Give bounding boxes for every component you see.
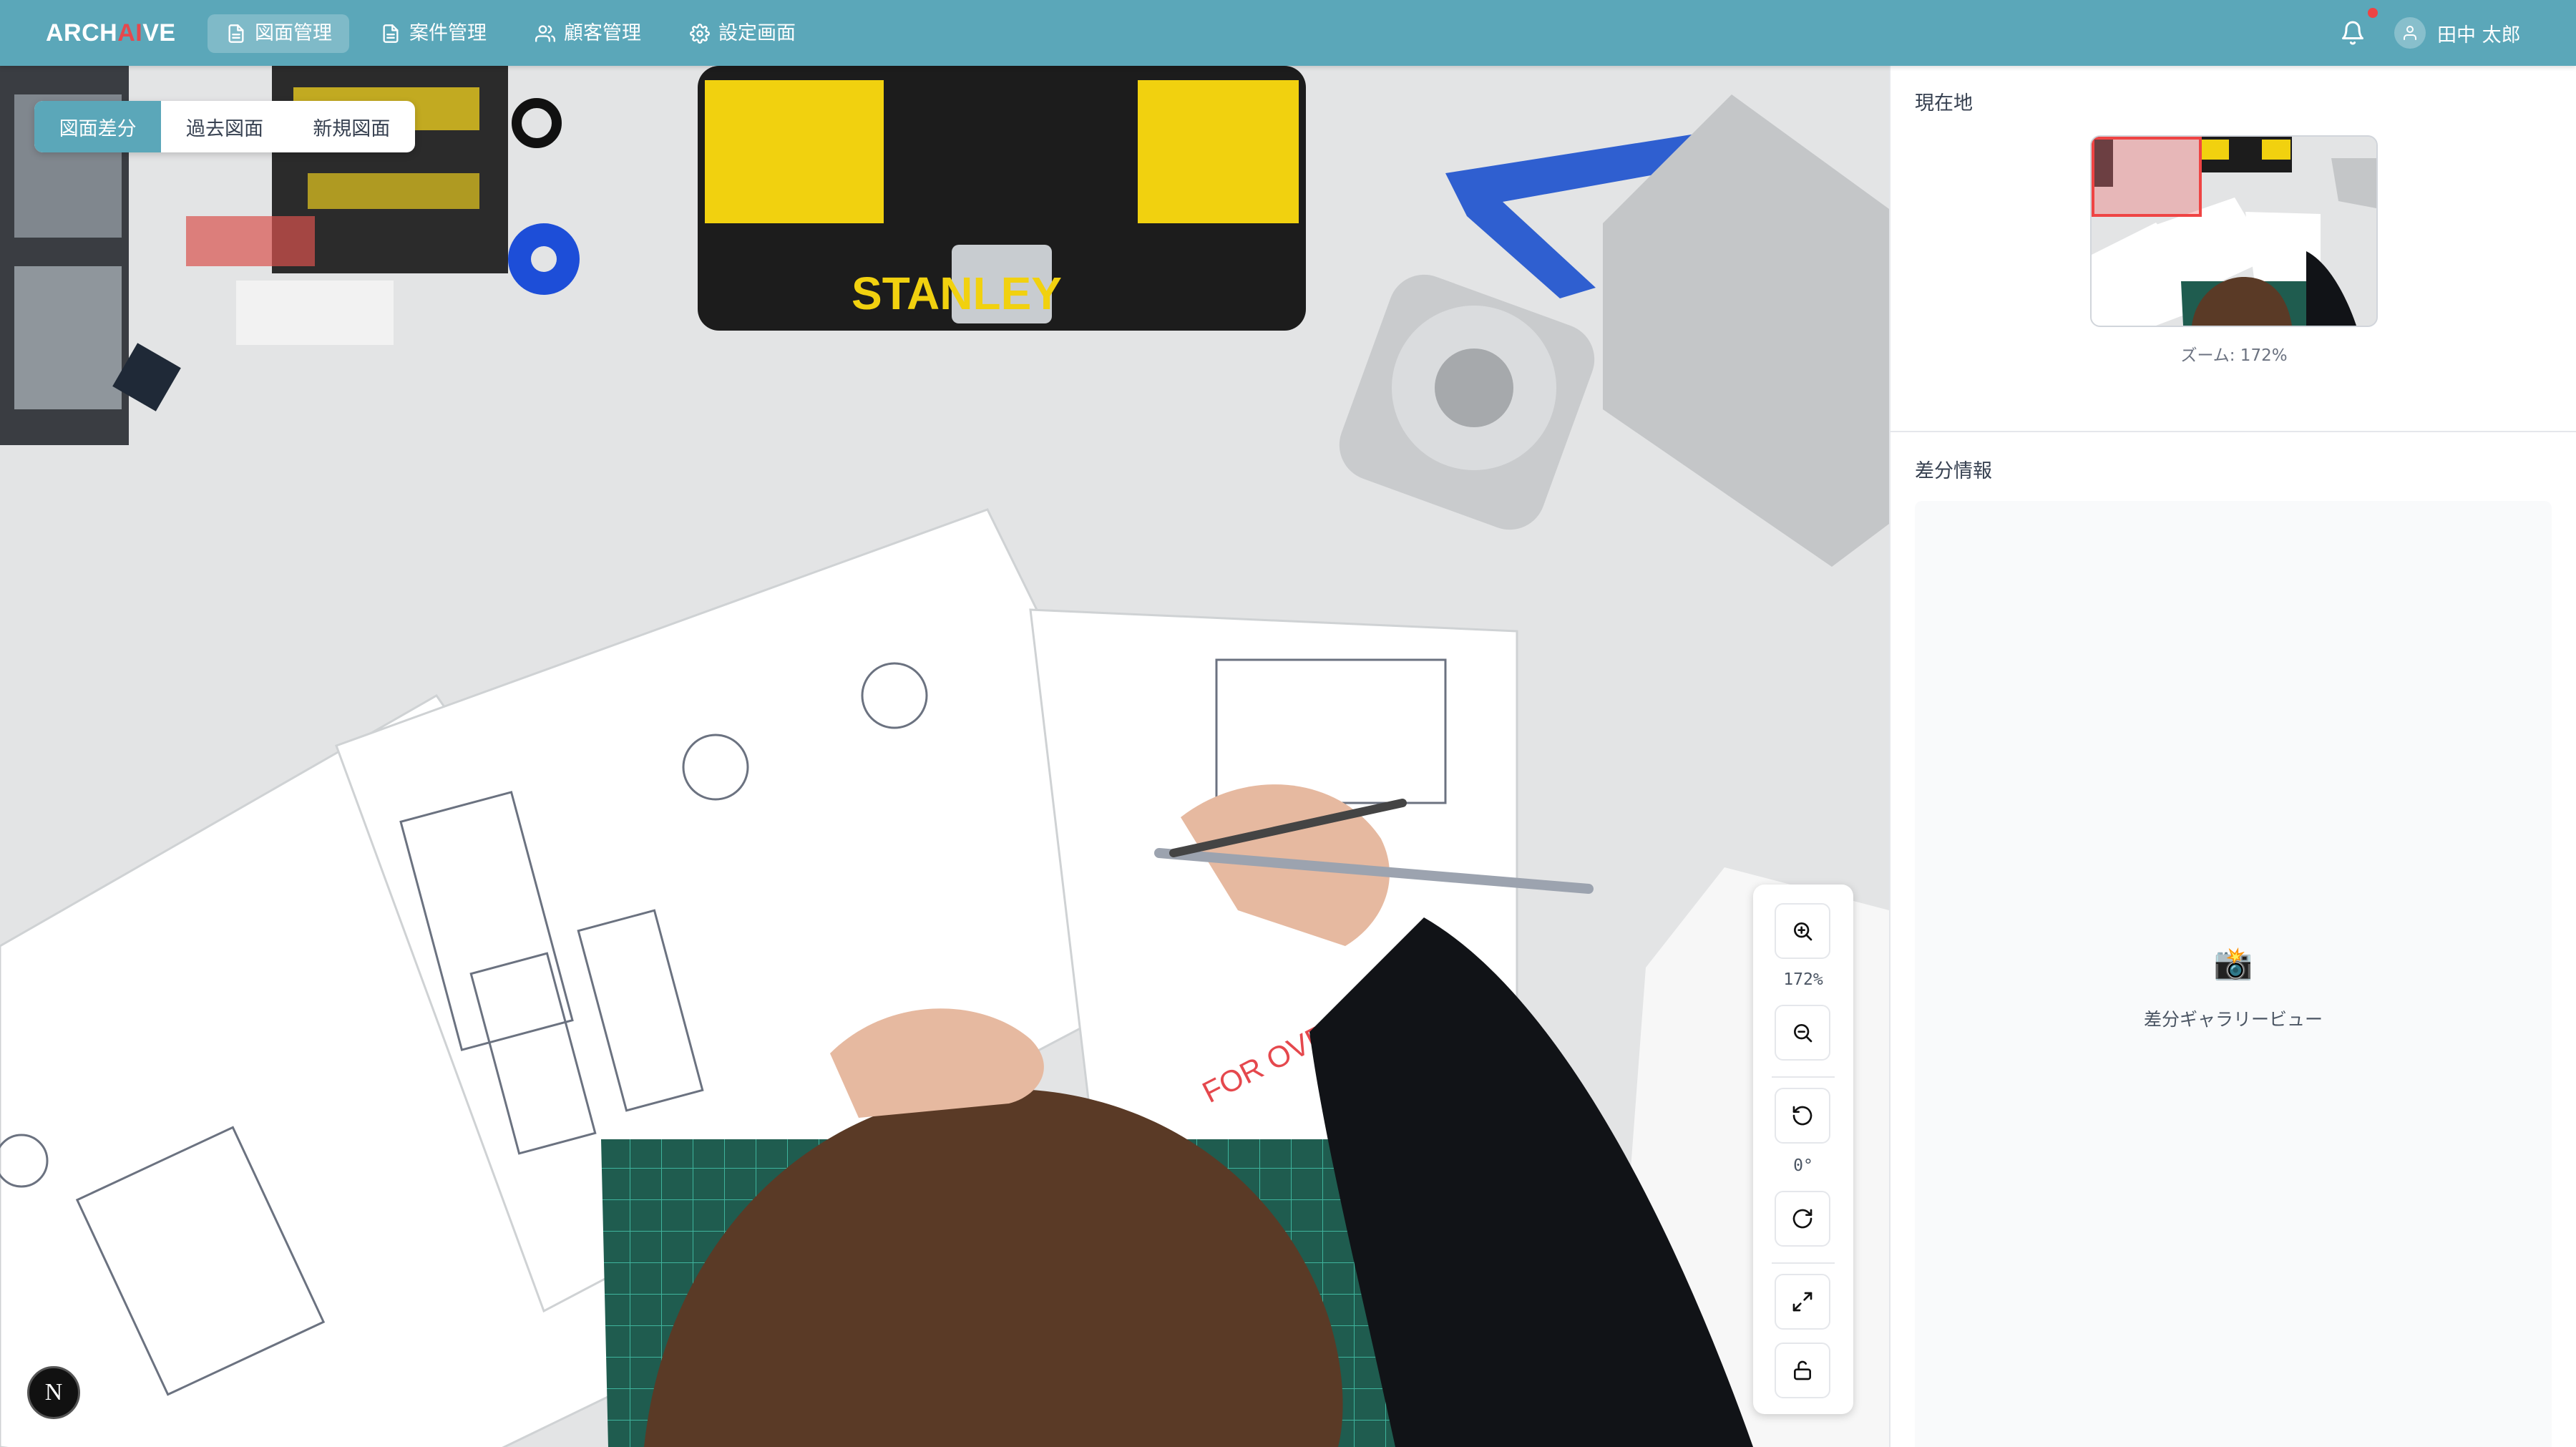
tab-new-drawing[interactable]: 新規図面 <box>288 101 415 152</box>
users-icon <box>535 25 555 42</box>
side-panel: 現在地 ズーム: 172% 差分情報 📸 差分ギャラリービュー <box>1889 66 2576 1447</box>
user-icon <box>2404 26 2416 40</box>
tab-drawing-diff[interactable]: 図面差分 <box>34 101 162 152</box>
nav-item-label: 案件管理 <box>409 22 487 44</box>
rotate-right-icon <box>1792 1209 1813 1229</box>
nav-item-project-management[interactable]: 案件管理 <box>362 14 504 53</box>
camera-icon: 📸 <box>2213 945 2253 982</box>
corner-badge[interactable]: N <box>27 1366 80 1419</box>
minimap-zoom-label: ズーム: 172% <box>2180 346 2288 365</box>
gallery-placeholder-label: 差分ギャラリービュー <box>2143 1009 2323 1030</box>
expand-icon <box>1792 1292 1813 1312</box>
unlock-icon <box>1794 1360 1811 1380</box>
zoom-value: 172% <box>1783 970 1823 989</box>
top-navigation-bar: ARCHAIVE 図面管理 案件管理 顧客管理 設定画面 田中 太郎 <box>0 0 2576 66</box>
logo-text-prefix: ARCH <box>46 19 118 47</box>
rotation-value: 0° <box>1793 1156 1813 1175</box>
zoom-in-button[interactable] <box>1775 903 1830 959</box>
zoom-out-button[interactable] <box>1775 1005 1830 1061</box>
nav-item-settings[interactable]: 設定画面 <box>671 14 813 53</box>
minimap[interactable] <box>2090 135 2378 327</box>
toolbar-divider <box>1772 1262 1835 1264</box>
document-icon <box>383 24 399 43</box>
rotate-right-button[interactable] <box>1775 1191 1830 1247</box>
nav-item-label: 図面管理 <box>255 22 332 44</box>
notification-dot <box>2368 8 2378 18</box>
app-logo[interactable]: ARCHAIVE <box>46 16 176 50</box>
nav-item-customer-management[interactable]: 顧客管理 <box>517 14 658 53</box>
tab-past-drawing[interactable]: 過去図面 <box>161 101 288 152</box>
minimap-viewport[interactable] <box>2092 137 2202 217</box>
zoom-out-icon <box>1794 1024 1813 1043</box>
document-icon <box>228 24 244 43</box>
diff-gallery[interactable]: 📸 差分ギャラリービュー <box>1915 501 2552 1447</box>
user-menu[interactable]: 田中 太郎 <box>2394 16 2521 49</box>
lock-button[interactable] <box>1775 1343 1830 1398</box>
nav-item-label: 設定画面 <box>718 22 796 44</box>
rotate-left-icon <box>1792 1106 1813 1126</box>
toolbox-brand-text: STANLEY <box>852 268 1062 319</box>
panel-divider <box>1890 431 2576 432</box>
viewer-toolbar: 172% 0° <box>1753 885 1853 1414</box>
user-name: 田中 太郎 <box>2437 24 2521 47</box>
location-title: 現在地 <box>1915 92 1973 115</box>
fullscreen-button[interactable] <box>1775 1274 1830 1330</box>
nav-item-drawing-management[interactable]: 図面管理 <box>208 14 349 53</box>
drawing-image[interactable]: STANLEY FOR OVERVIEW <box>0 66 1889 1447</box>
gear-icon <box>690 24 710 44</box>
drawing-canvas[interactable]: STANLEY FOR OVERVIEW 図面差分 過去図面 新規図面 172%… <box>0 66 1889 1447</box>
bell-icon[interactable] <box>2340 19 2366 47</box>
drawing-view-tabs: 図面差分 過去図面 新規図面 <box>34 101 415 152</box>
zoom-in-icon <box>1794 922 1813 941</box>
toolbar-divider <box>1772 1076 1835 1078</box>
avatar <box>2394 17 2426 49</box>
rotate-left-button[interactable] <box>1775 1088 1830 1144</box>
logo-text-suffix: VE <box>142 19 176 47</box>
nav-item-label: 顧客管理 <box>564 22 641 44</box>
diff-info-title: 差分情報 <box>1915 460 1992 482</box>
logo-text-ai: AI <box>117 19 143 47</box>
